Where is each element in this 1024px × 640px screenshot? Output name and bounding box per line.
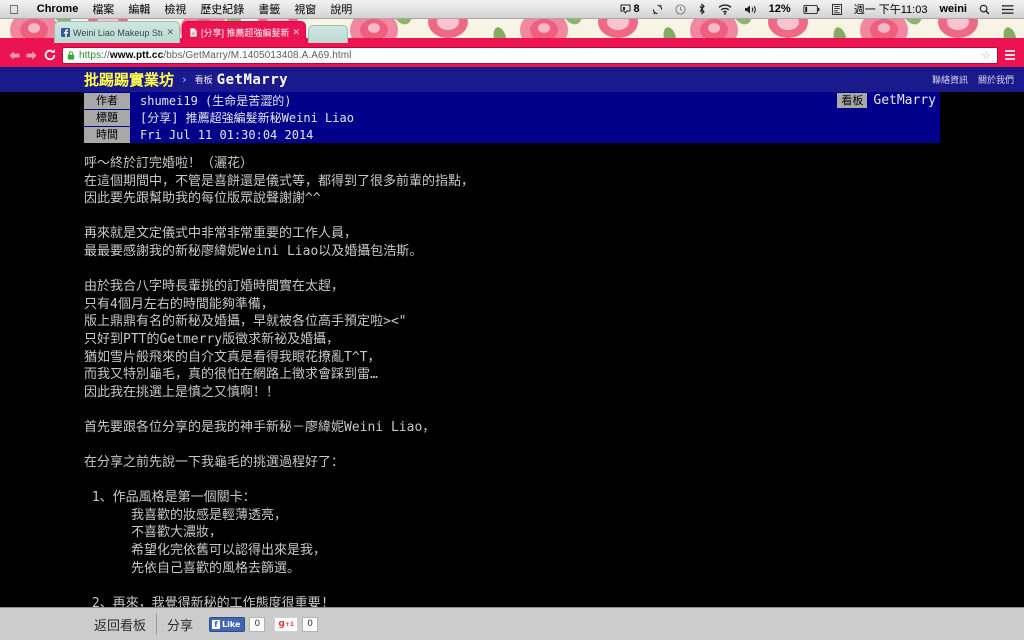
reload-icon[interactable] xyxy=(40,48,59,62)
facebook-like-label: Like xyxy=(222,619,241,629)
facebook-like-count: 0 xyxy=(249,616,266,632)
share-label: 分享 xyxy=(167,618,194,634)
star-icon[interactable]: ☆ xyxy=(981,49,993,62)
lock-icon xyxy=(67,50,75,60)
sync-arrows-icon[interactable] xyxy=(646,3,669,15)
battery-icon[interactable] xyxy=(797,4,826,14)
ptt-site-header: 批踢踢實業坊 › 看板 GetMarry 聯絡資訊 關於我們 xyxy=(0,67,1024,92)
browser-tab-1-title: Weini Liao Makeup Studio xyxy=(73,27,163,38)
google-plus-one-button[interactable]: g +1 xyxy=(274,616,299,632)
breadcrumb-board-name[interactable]: GetMarry xyxy=(217,72,288,88)
menu-username[interactable]: weini xyxy=(933,3,973,15)
facebook-like-button[interactable]: f Like xyxy=(209,616,246,632)
metaline-title-value: [分享] 推薦超強編髮新秘Weini Liao xyxy=(140,111,354,125)
link-contact[interactable]: 聯絡資訊 xyxy=(932,73,968,86)
metaline-title: 標題 [分享] 推薦超強編髮新秘Weini Liao xyxy=(84,109,940,126)
browser-tab-1[interactable]: Weini Liao Makeup Studio ✕ xyxy=(54,21,180,43)
google-plus-widget[interactable]: g +1 0 xyxy=(274,616,319,632)
input-source-icon[interactable] xyxy=(826,3,848,15)
browser-tab-2-title: [分享] 推薦超強編髮新秘Wei xyxy=(201,28,290,38)
menu-datetime[interactable]: 週一 下午11:03 xyxy=(848,1,934,17)
close-icon[interactable]: ✕ xyxy=(166,27,174,38)
airplay-icon[interactable]: 8 xyxy=(614,3,646,15)
board-tag-label: 看板 xyxy=(837,93,868,108)
search-icon[interactable] xyxy=(973,4,996,15)
google-plus-count: 0 xyxy=(302,616,319,632)
forward-arrow-icon[interactable] xyxy=(23,47,40,64)
address-bar[interactable]: https://www.ptt.cc/bbs/GetMarry/M.140501… xyxy=(62,46,998,64)
bluetooth-icon[interactable] xyxy=(692,3,712,15)
menu-item-history[interactable]: 歷史紀錄 xyxy=(193,1,251,17)
facebook-like-widget[interactable]: f Like 0 xyxy=(209,616,266,632)
link-about[interactable]: 關於我們 xyxy=(978,73,1014,86)
facebook-icon xyxy=(61,28,70,37)
board-tag-value: GetMarry xyxy=(873,93,936,108)
metaline-author-value: shumei19 (生命是苦澀的) xyxy=(140,94,292,108)
breadcrumb-separator: › xyxy=(181,73,188,86)
url-path: /bbs/GetMarry/M.1405013408.A.A69.html xyxy=(163,49,352,61)
menu-item-edit[interactable]: 編輯 xyxy=(121,1,157,17)
metaline-author: 作者 shumei19 (生命是苦澀的) xyxy=(84,92,940,109)
menu-app-name[interactable]: Chrome xyxy=(30,3,86,15)
document-icon xyxy=(190,28,197,37)
url-scheme: https xyxy=(79,49,102,61)
page-viewport: 批踢踢實業坊 › 看板 GetMarry 聯絡資訊 關於我們 作者 shumei… xyxy=(0,67,1024,640)
menu-item-file[interactable]: 檔案 xyxy=(85,1,121,17)
facebook-icon: f xyxy=(212,619,221,629)
url-text: https://www.ptt.cc/bbs/GetMarry/M.140501… xyxy=(79,50,352,61)
back-to-board-button[interactable]: 返回看板 xyxy=(84,612,156,636)
metaline-author-label: 作者 xyxy=(84,92,130,109)
clock-icon[interactable] xyxy=(669,3,692,15)
article-action-bar: 返回看板 分享 f Like 0 g +1 0 xyxy=(0,607,1024,640)
metaline-time: 時間 Fri Jul 11 01:30:04 2014 xyxy=(84,126,940,143)
notification-center-icon[interactable] xyxy=(996,4,1020,15)
metaline-time-value: Fri Jul 11 01:30:04 2014 xyxy=(140,127,314,142)
metaline-title-label: 標題 xyxy=(84,109,130,126)
close-icon[interactable]: ✕ xyxy=(292,27,300,38)
airplay-count: 8 xyxy=(633,3,640,15)
menu-item-view[interactable]: 檢視 xyxy=(157,1,193,17)
macos-menu-bar:  Chrome 檔案 編輯 檢視 歷史紀錄 書籤 視窗 說明 8 12% xyxy=(0,0,1024,19)
tab-strip: Weini Liao Makeup Studio ✕ [分享] 推薦超強編髮新秘… xyxy=(0,19,1024,43)
google-plus-sup: +1 xyxy=(284,620,295,628)
metaline-time-label: 時間 xyxy=(84,126,130,143)
menu-item-help[interactable]: 說明 xyxy=(323,1,359,17)
ptt-brand[interactable]: 批踢踢實業坊 xyxy=(84,69,174,90)
back-arrow-icon[interactable] xyxy=(6,47,23,64)
volume-icon[interactable] xyxy=(738,4,763,15)
url-host: www.ptt.cc xyxy=(109,49,164,61)
new-tab-button[interactable] xyxy=(308,25,348,43)
chrome-browser-window: Weini Liao Makeup Studio ✕ [分享] 推薦超強編髮新秘… xyxy=(0,19,1024,640)
board-tag: 看板 GetMarry xyxy=(837,92,940,109)
breadcrumb-board-label: 看板 xyxy=(194,76,213,86)
browser-tab-2[interactable]: [分享] 推薦超強編髮新秘Wei ✕ xyxy=(182,21,306,43)
url-separator: :// xyxy=(101,49,110,61)
wifi-icon[interactable] xyxy=(712,3,738,15)
battery-percent-label: 12% xyxy=(768,3,791,15)
menu-item-window[interactable]: 視窗 xyxy=(287,1,323,17)
article-body: 呼〜終於訂完婚啦！（灑花） 在這個期間中，不管是喜餅還是儀式等，都得到了很多前輩… xyxy=(84,156,475,611)
apple-icon[interactable]:  xyxy=(0,3,30,16)
browser-toolbar: https://www.ptt.cc/bbs/GetMarry/M.140501… xyxy=(0,43,1024,67)
menu-bar-status-area: 8 12% 週一 下午11:03 weini xyxy=(614,1,1024,17)
article-metaline-group: 作者 shumei19 (生命是苦澀的) 標題 [分享] 推薦超強編髮新秘Wei… xyxy=(84,92,940,145)
header-links: 聯絡資訊 關於我們 xyxy=(932,73,1014,86)
hamburger-menu-icon[interactable] xyxy=(1002,47,1018,64)
menu-item-bookmarks[interactable]: 書籤 xyxy=(251,1,287,17)
